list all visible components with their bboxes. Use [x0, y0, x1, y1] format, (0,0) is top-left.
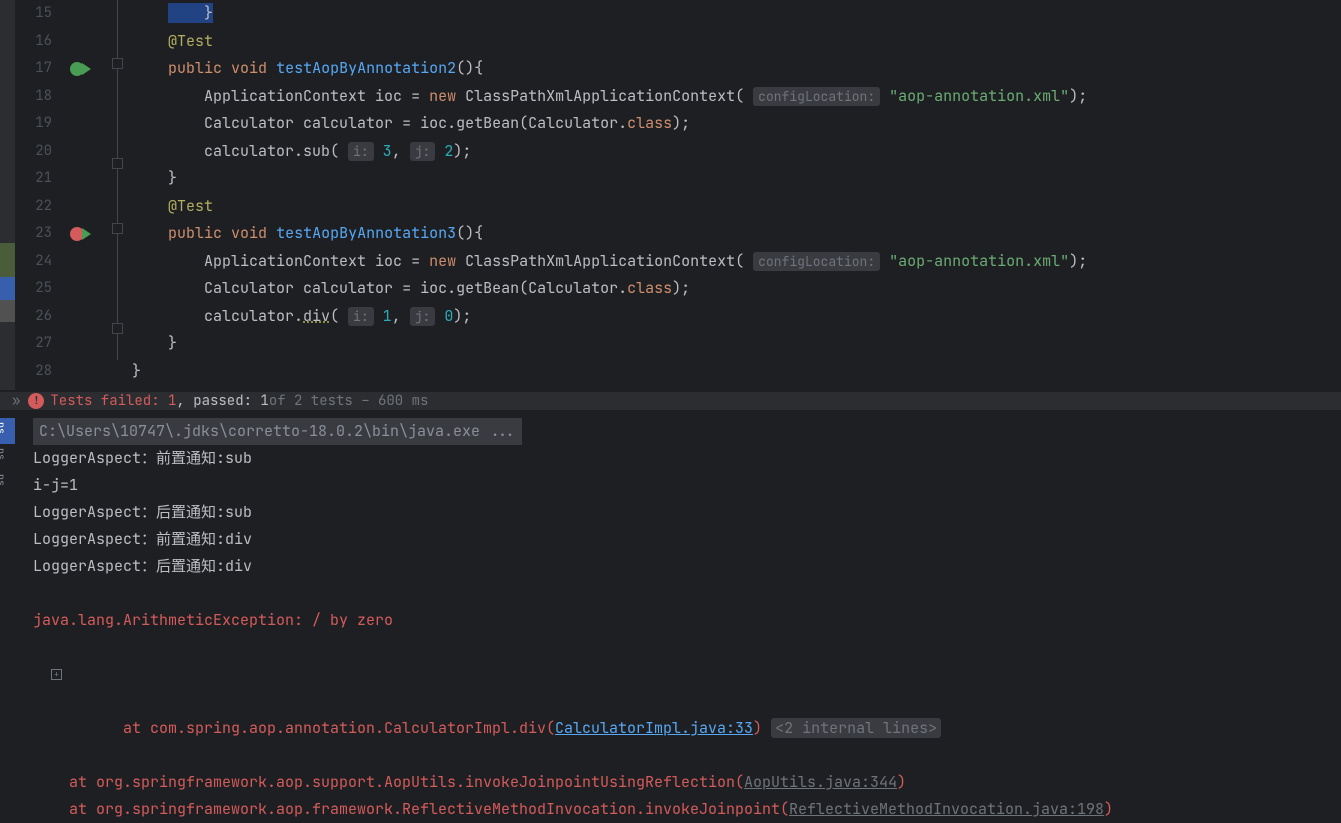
console-content[interactable]: C:\Users\10747\.jdks\corretto-18.0.2\bin…	[15, 418, 1341, 823]
fold-toggle[interactable]	[112, 58, 123, 69]
line-num: 27	[15, 330, 60, 358]
editor-area: 15 16 17 18 19 20 21 22 23 24 25 26 27 2…	[0, 0, 1341, 390]
line-num: 15	[15, 0, 60, 28]
run-test-icon[interactable]	[70, 55, 91, 83]
line-num: 25	[15, 275, 60, 303]
line-number-gutter: 15 16 17 18 19 20 21 22 23 24 25 26 27 2…	[15, 0, 60, 390]
console-tabs: ns ns ns	[0, 418, 15, 823]
internal-lines-badge[interactable]: <2 internal lines>	[771, 718, 941, 738]
console-output: ns ns ns C:\Users\10747\.jdks\corretto-1…	[0, 410, 1341, 823]
line-num: 19	[15, 110, 60, 138]
fold-toggle[interactable]	[112, 223, 123, 234]
stacktrace-link[interactable]: ReflectiveMethodInvocation.java:198	[789, 799, 1104, 819]
line-num: 21	[15, 165, 60, 193]
line-num: 24	[15, 248, 60, 276]
expand-chevron-icon[interactable]: »	[12, 392, 20, 410]
console-tab[interactable]: ns	[0, 444, 15, 470]
run-test-failed-icon[interactable]	[70, 220, 91, 248]
stacktrace-link[interactable]: AopUtils.java:344	[744, 772, 897, 792]
line-num: 22	[15, 193, 60, 221]
command-line[interactable]: C:\Users\10747\.jdks\corretto-18.0.2\bin…	[33, 418, 522, 445]
stacktrace-link[interactable]: CalculatorImpl.java:33	[555, 718, 753, 738]
line-num: 20	[15, 138, 60, 166]
line-num: 18	[15, 83, 60, 111]
console-tab[interactable]: ns	[0, 418, 15, 444]
console-tab[interactable]: ns	[0, 470, 15, 496]
console-line: LoggerAspect：前置通知:sub	[33, 445, 1341, 472]
fold-toggle[interactable]	[112, 323, 123, 334]
test-failed-icon	[28, 393, 44, 409]
scrollbar[interactable]	[1327, 0, 1341, 390]
gutter-icons	[60, 0, 110, 390]
fold-column	[110, 0, 128, 390]
line-num: 17	[15, 55, 60, 83]
console-line: LoggerAspect：前置通知:div	[33, 526, 1341, 553]
fold-toggle[interactable]	[112, 158, 123, 169]
line-num: 26	[15, 303, 60, 331]
exception-line: java.lang.ArithmeticException: / by zero	[33, 610, 393, 630]
console-line: i-j=1	[33, 472, 1341, 499]
expand-trace-icon[interactable]: +	[51, 669, 62, 680]
diff-markers	[0, 0, 15, 390]
line-num: 16	[15, 28, 60, 56]
code-area[interactable]: } @Test public void testAopByAnnotation2…	[128, 0, 1327, 390]
console-line: LoggerAspect：后置通知:div	[33, 553, 1341, 580]
line-num: 28	[15, 358, 60, 386]
console-line: LoggerAspect：后置通知:sub	[33, 499, 1341, 526]
line-num: 23	[15, 220, 60, 248]
